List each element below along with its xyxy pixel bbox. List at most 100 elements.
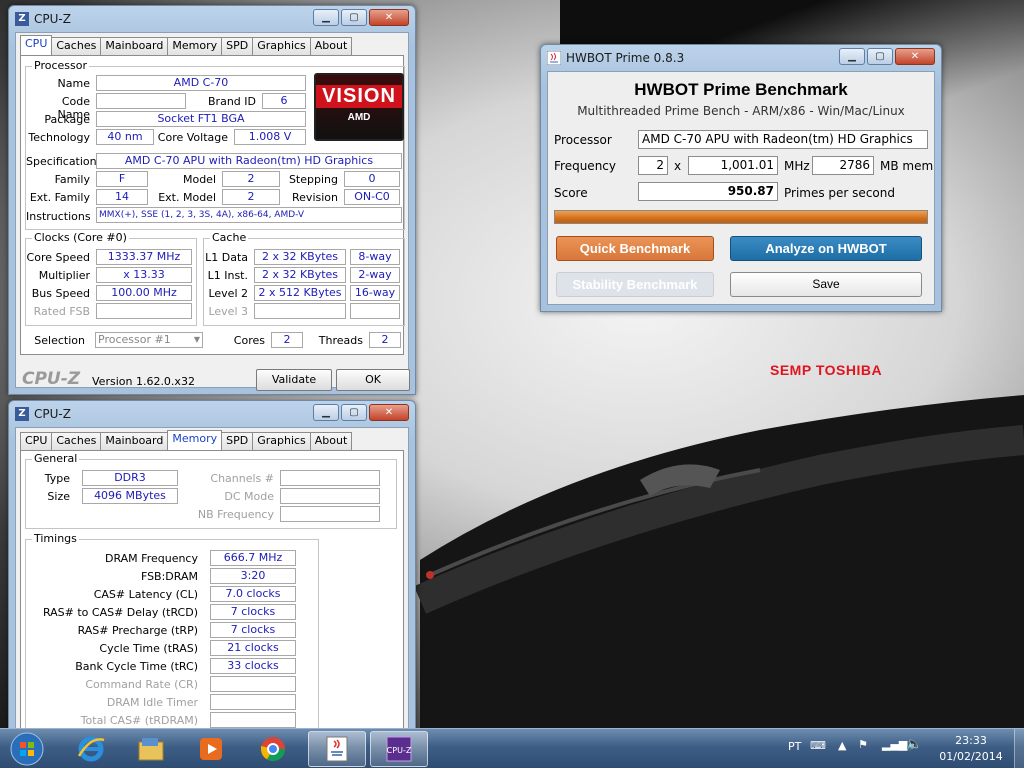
busspeed-value: 100.00 MHz: [96, 285, 192, 301]
minimize-button[interactable]: ▁: [313, 9, 339, 26]
corespeed-label: Core Speed: [26, 251, 90, 264]
java-app-icon: [547, 50, 561, 65]
l1inst-label: L1 Inst.: [207, 269, 248, 282]
stepping-value: 0: [344, 171, 400, 187]
selection-row: Selection Processor #1 ▼ Cores 2 Threads …: [25, 332, 405, 352]
windows-explorer-taskbar-button[interactable]: [122, 731, 180, 767]
java-taskbar-button[interactable]: [308, 731, 366, 767]
chrome-taskbar-button[interactable]: [244, 731, 302, 767]
type-label: Type: [44, 472, 70, 485]
show-desktop-button[interactable]: [1014, 729, 1024, 769]
timing-label: Total CAS# (tRDRAM): [80, 714, 198, 727]
volume-icon[interactable]: 🔈: [906, 737, 922, 752]
network-signal-icon[interactable]: ▂▄▆: [882, 738, 907, 751]
tab-caches[interactable]: Caches: [51, 432, 102, 450]
processor-select[interactable]: Processor #1 ▼: [95, 332, 203, 348]
technology-value: 40 nm: [96, 129, 154, 145]
family-value: F: [96, 171, 148, 187]
tab-cpu[interactable]: CPU: [20, 432, 53, 450]
name-label: Name: [57, 77, 90, 90]
close-button[interactable]: ✕: [895, 48, 935, 65]
memory-value: 2786: [812, 156, 874, 175]
model-label: Model: [182, 173, 216, 186]
extmodel-label: Ext. Model: [158, 191, 216, 204]
cpuz-icon: CPU-Z: [386, 736, 412, 762]
close-button[interactable]: ✕: [369, 9, 409, 26]
processor-value: AMD C-70 APU with Radeon(tm) HD Graphics: [638, 130, 928, 149]
vision-logo-text: VISION: [316, 85, 402, 108]
stepping-label: Stepping: [288, 173, 338, 186]
timing-label: DRAM Idle Timer: [106, 696, 198, 709]
cpuz-cpu-client: CPU Caches Mainboard Memory SPD Graphics About…: [15, 32, 410, 391]
tab-memory[interactable]: Memory: [167, 430, 223, 450]
validate-button[interactable]: Validate: [256, 369, 332, 391]
level3-value: [254, 303, 346, 319]
instructions-label: Instructions: [26, 210, 91, 223]
cpuz-taskbar-button[interactable]: CPU-Z: [370, 731, 428, 767]
cpuz-memory-window[interactable]: Z CPU-Z ▁ ▢ ✕ CPU Caches Mainboard Memory SP…: [8, 400, 416, 750]
minimize-button[interactable]: ▁: [313, 404, 339, 421]
threads-label: Threads: [318, 334, 363, 347]
cpuz-footer-logo: CPU-Z: [22, 369, 81, 389]
input-language[interactable]: PT: [788, 740, 801, 753]
java-icon: [326, 736, 348, 762]
revision-label: Revision: [292, 191, 338, 204]
ok-button[interactable]: OK: [336, 369, 410, 391]
analyze-on-hwbot-button[interactable]: Analyze on HWBOT: [730, 236, 922, 261]
tab-graphics[interactable]: Graphics: [252, 37, 311, 55]
maximize-button[interactable]: ▢: [341, 9, 367, 26]
core-count-value: 2: [638, 156, 668, 175]
tab-mainboard[interactable]: Mainboard: [100, 37, 169, 55]
minimize-button[interactable]: ▁: [839, 48, 865, 65]
internet-explorer-taskbar-button[interactable]: [62, 731, 120, 767]
window-title: HWBOT Prime 0.8.3: [566, 50, 685, 65]
maximize-button[interactable]: ▢: [867, 48, 893, 65]
timing-label: RAS# to CAS# Delay (tRCD): [42, 606, 198, 619]
tab-spd[interactable]: SPD: [221, 432, 254, 450]
ratedfsb-value: [96, 303, 192, 319]
level2-assoc: 16-way: [350, 285, 400, 301]
name-value: AMD C-70: [96, 75, 306, 91]
mhz-unit: MHz: [784, 159, 810, 173]
nbfreq-label: NB Frequency: [197, 508, 274, 521]
clock-time[interactable]: 23:33: [943, 734, 999, 747]
keyboard-icon[interactable]: ⌨: [810, 739, 826, 752]
level3-assoc: [350, 303, 400, 319]
show-hidden-icons-icon[interactable]: ▲: [838, 739, 846, 752]
l1data-label: L1 Data: [205, 251, 248, 264]
quick-benchmark-button[interactable]: Quick Benchmark: [556, 236, 714, 261]
selection-label: Selection: [34, 334, 85, 347]
l1inst-value: 2 x 32 KBytes: [254, 267, 346, 283]
hwbot-window[interactable]: HWBOT Prime 0.8.3 ▁ ▢ ✕ HWBOT Prime Benc…: [540, 44, 942, 312]
tab-memory[interactable]: Memory: [167, 37, 223, 55]
stability-benchmark-button[interactable]: Stability Benchmark: [556, 272, 714, 297]
group-title: Timings: [32, 532, 79, 545]
memory-unit: MB mem: [880, 159, 934, 173]
save-button[interactable]: Save: [730, 272, 922, 297]
tab-about[interactable]: About: [309, 432, 353, 450]
close-button[interactable]: ✕: [369, 404, 409, 421]
cpuz-cpu-window[interactable]: Z CPU-Z ▁ ▢ ✕ CPU Caches Mainboard Memory SP…: [8, 5, 416, 395]
tab-cpu[interactable]: CPU: [20, 35, 53, 55]
hwbot-client: HWBOT Prime Benchmark Multithreaded Prim…: [547, 71, 935, 305]
tab-caches[interactable]: Caches: [51, 37, 102, 55]
cache-group: Cache L1 Data 2 x 32 KBytes 8-way L1 Ins…: [203, 231, 405, 326]
voltage-value: 1.008 V: [234, 129, 306, 145]
package-label: Package: [44, 113, 90, 126]
start-button[interactable]: [0, 731, 54, 767]
cpuz-cpu-titlebar[interactable]: Z CPU-Z ▁ ▢ ✕: [9, 6, 415, 31]
action-center-flag-icon[interactable]: ⚑: [858, 738, 868, 751]
maximize-button[interactable]: ▢: [341, 404, 367, 421]
tab-mainboard[interactable]: Mainboard: [100, 432, 169, 450]
tab-about[interactable]: About: [309, 37, 353, 55]
tab-graphics[interactable]: Graphics: [252, 432, 311, 450]
voltage-label: Core Voltage: [157, 131, 228, 144]
media-player-taskbar-button[interactable]: [182, 731, 240, 767]
tab-spd[interactable]: SPD: [221, 37, 254, 55]
timing-label: CAS# Latency (CL): [93, 588, 198, 601]
clock-date[interactable]: 01/02/2014: [933, 750, 1009, 763]
channels-label: Channels #: [210, 472, 274, 485]
hwbot-titlebar[interactable]: HWBOT Prime 0.8.3 ▁ ▢ ✕: [541, 45, 941, 70]
cpuz-memory-titlebar[interactable]: Z CPU-Z ▁ ▢ ✕: [9, 401, 415, 426]
timing-value: 21 clocks: [210, 640, 296, 656]
